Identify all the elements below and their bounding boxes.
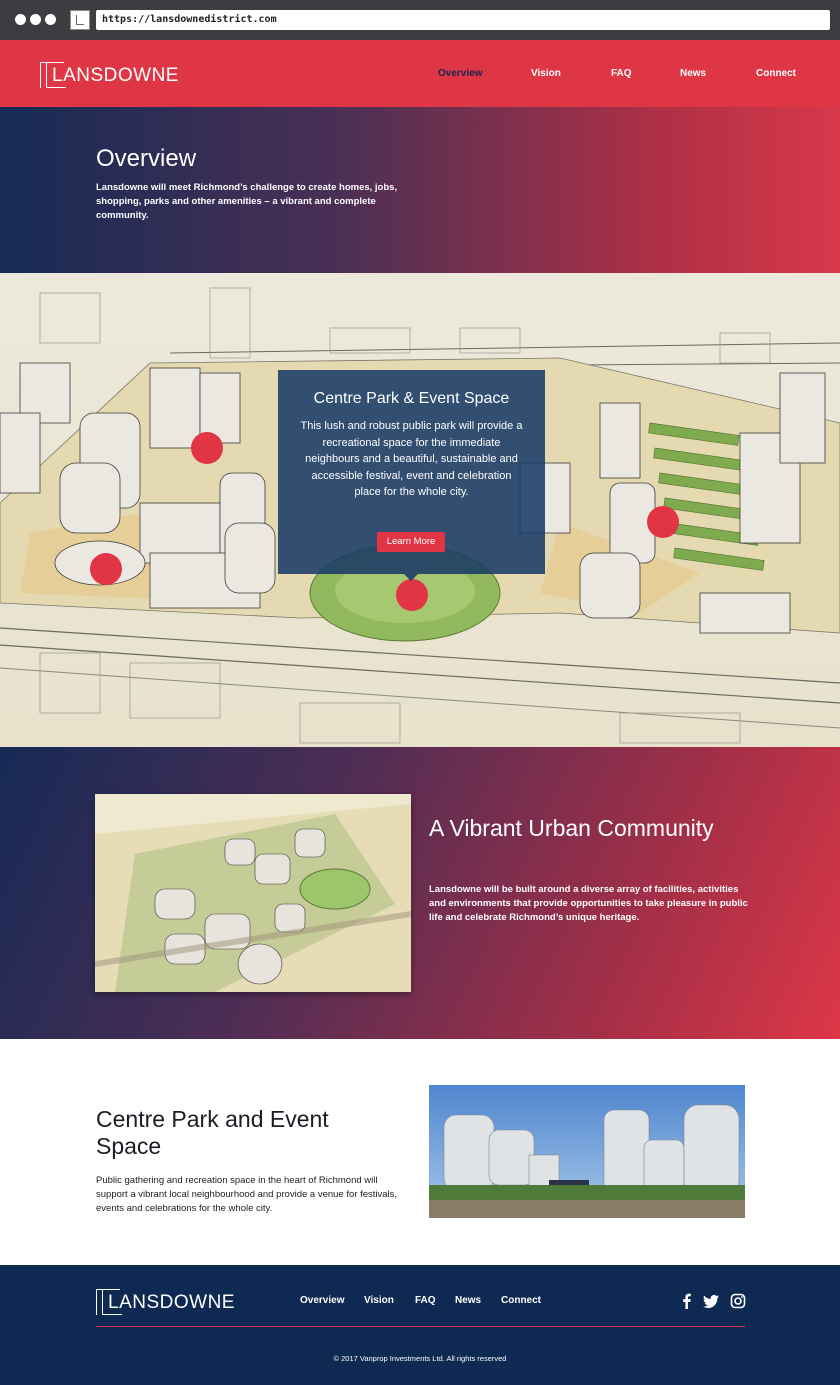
window-close-dot[interactable] [15,14,26,25]
aerial-sketch-image [95,794,411,992]
footer-nav-overview[interactable]: Overview [300,1295,344,1306]
page-icon [70,10,90,30]
vibrant-text: Lansdowne will be built around a diverse… [429,884,748,923]
centre-park-section: Centre Park and Event Space Public gathe… [0,1039,840,1265]
map-hotspot-south-west[interactable] [90,553,122,585]
vibrant-community-section: A Vibrant Urban Community Lansdowne will… [0,747,840,1039]
window-maximize-dot[interactable] [45,14,56,25]
map-hotspot-centre-park[interactable] [396,579,428,611]
site-header: LANSDOWNE Overview Vision FAQ News Conne… [0,40,840,107]
browser-chrome: https://lansdownedistrict.com [0,0,840,40]
overview-text: Lansdowne will meet Richmond’s challenge… [96,182,398,221]
facebook-icon[interactable] [679,1293,695,1309]
park-title: Centre Park and Event Space [96,1106,329,1159]
copyright-text: © 2017 Vanprop Investments Ltd. All righ… [333,1354,507,1363]
nav-overview[interactable]: Overview [438,40,482,107]
map-hotspot-north-west[interactable] [191,432,223,464]
footer-logo-text: LANSDOWNE [108,1292,235,1313]
nav-vision[interactable]: Vision [531,40,561,107]
vibrant-title: A Vibrant Urban Community [429,815,714,841]
nav-news[interactable]: News [680,40,706,107]
page-title: Overview [96,145,197,172]
popup-title: Centre Park & Event Space [313,390,510,407]
map-hotspot-east[interactable] [647,506,679,538]
instagram-icon[interactable] [730,1293,746,1309]
popup-pointer [404,574,418,581]
overview-hero: Overview Lansdowne will meet Richmond’s … [0,107,840,273]
park-rendering-drawing [429,1085,745,1218]
twitter-icon[interactable] [703,1293,719,1309]
nav-faq[interactable]: FAQ [611,40,632,107]
popup-text: This lush and robust public park will pr… [300,420,523,498]
address-bar[interactable]: https://lansdownedistrict.com [96,10,830,30]
learn-more-button[interactable]: Learn More [377,532,445,552]
aerial-sketch-drawing [95,794,411,992]
window-minimize-dot[interactable] [30,14,41,25]
footer-nav-vision[interactable]: Vision [364,1295,394,1306]
site-plan-map: Centre Park & Event Space This lush and … [0,273,840,747]
park-rendering-image [429,1085,745,1218]
logo-text: LANSDOWNE [52,65,179,86]
nav-connect[interactable]: Connect [756,40,796,107]
site-footer: LANSDOWNE Overview Vision FAQ News Conne… [0,1265,840,1385]
footer-divider [96,1326,745,1327]
park-text: Public gathering and recreation space in… [96,1175,398,1214]
footer-nav-connect[interactable]: Connect [501,1295,541,1306]
footer-nav-news[interactable]: News [455,1295,481,1306]
footer-nav-faq[interactable]: FAQ [415,1295,436,1306]
map-popup: Centre Park & Event Space This lush and … [278,370,545,581]
